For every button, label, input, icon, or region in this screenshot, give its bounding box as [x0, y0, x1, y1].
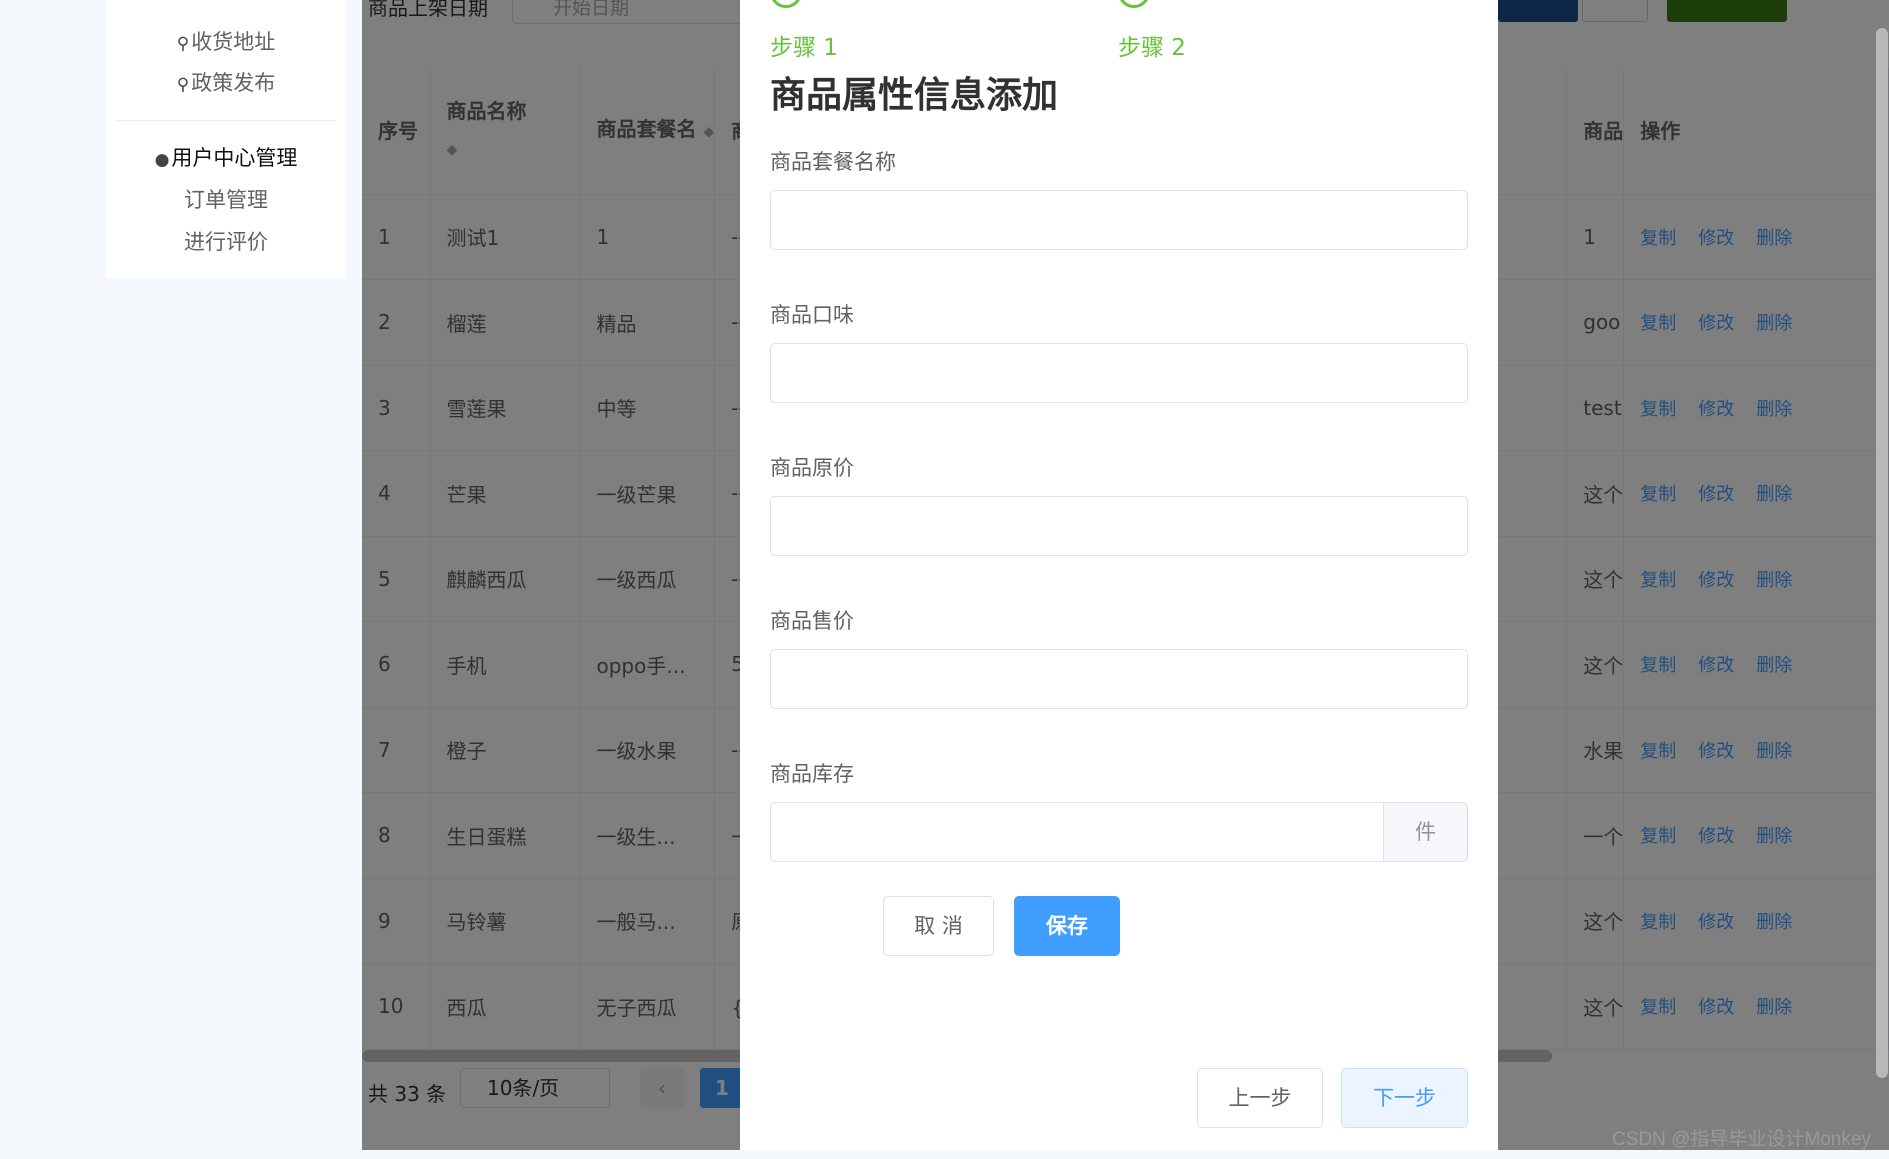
sidebar-item-label: 订单管理 — [184, 188, 268, 212]
sidebar-divider — [116, 120, 336, 121]
next-step-button[interactable]: 下一步 — [1341, 1068, 1468, 1128]
sidebar-item-review[interactable]: 进行评价 — [106, 228, 346, 256]
sidebar-item-orders[interactable]: 订单管理 — [106, 186, 346, 214]
sidebar: ⚲收货地址 ⚲政策发布 ●用户中心管理 订单管理 进行评价 — [106, 0, 346, 278]
original-price-input[interactable] — [770, 496, 1468, 556]
stock-input[interactable] — [770, 802, 1384, 862]
location-icon: ⚲ — [176, 34, 190, 54]
flavor-label: 商品口味 — [770, 303, 854, 327]
sidebar-item-address[interactable]: ⚲收货地址 — [106, 28, 346, 58]
stock-label: 商品库存 — [770, 762, 854, 786]
package-name-input[interactable] — [770, 190, 1468, 250]
flavor-input[interactable] — [770, 343, 1468, 403]
step-2-title: 步骤 2 — [1118, 35, 1186, 61]
package-name-label: 商品套餐名称 — [770, 150, 896, 174]
location-icon: ⚲ — [176, 75, 190, 95]
save-button[interactable]: 保存 — [1014, 896, 1120, 956]
step-2-icon — [1118, 0, 1150, 8]
sidebar-group-label: 用户中心管理 — [171, 146, 298, 170]
sale-price-label: 商品售价 — [770, 609, 854, 633]
vertical-scrollbar[interactable] — [1876, 28, 1888, 1078]
sidebar-group-user-center[interactable]: ●用户中心管理 — [106, 144, 346, 174]
step-1-icon — [770, 0, 802, 8]
stock-unit: 件 — [1384, 802, 1468, 862]
sidebar-item-policy[interactable]: ⚲政策发布 — [106, 69, 346, 99]
product-attribute-dialog: 步骤 1 步骤 2 商品属性信息添加 商品套餐名称 商品口味 商品原价 商品售价… — [740, 0, 1498, 1150]
sale-price-input[interactable] — [770, 649, 1468, 709]
original-price-label: 商品原价 — [770, 456, 854, 480]
watermark: CSDN @指导毕业设计Monkey — [1612, 1129, 1871, 1150]
dialog-title: 商品属性信息添加 — [770, 75, 1059, 116]
sidebar-item-label: 进行评价 — [184, 230, 268, 254]
sidebar-item-label: 收货地址 — [191, 30, 276, 54]
prev-step-button[interactable]: 上一步 — [1197, 1068, 1323, 1128]
user-icon: ● — [154, 150, 170, 170]
sidebar-item-label: 政策发布 — [191, 71, 276, 95]
step-1-title: 步骤 1 — [770, 35, 838, 61]
cancel-button[interactable]: 取 消 — [883, 896, 994, 956]
